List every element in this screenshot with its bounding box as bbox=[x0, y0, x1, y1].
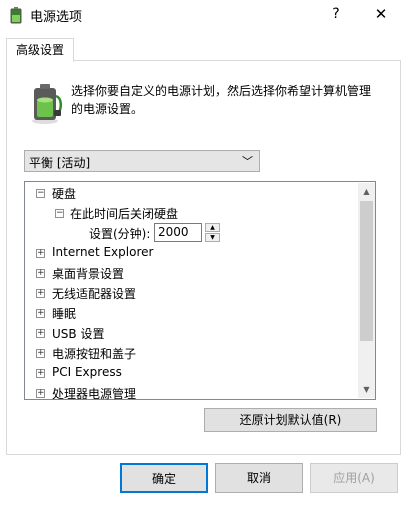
apply-button[interactable]: 应用(A) bbox=[310, 463, 398, 493]
intro-description: 选择你要自定义的电源计划，然后选择你希望计算机管理的电源设置。 bbox=[71, 84, 372, 116]
collapse-icon[interactable]: − bbox=[55, 209, 64, 218]
tree-item-processor-power[interactable]: 处理器电源管理 bbox=[52, 385, 136, 402]
expand-icon[interactable]: + bbox=[36, 329, 45, 338]
tree-item-internet-explorer[interactable]: Internet Explorer bbox=[52, 245, 153, 259]
minutes-input[interactable]: 2000 bbox=[154, 223, 202, 242]
scrollbar-thumb[interactable] bbox=[360, 201, 373, 341]
tree-item-usb-settings[interactable]: USB 设置 bbox=[52, 325, 104, 342]
close-button[interactable]: ✕ bbox=[358, 0, 404, 30]
vertical-scrollbar[interactable]: ▲ ▼ bbox=[358, 183, 375, 398]
tree-item-hard-disk[interactable]: 硬盘 bbox=[52, 185, 76, 202]
scroll-down-icon[interactable]: ▼ bbox=[358, 381, 375, 398]
spin-down-button[interactable]: ▼ bbox=[205, 233, 220, 242]
cancel-button[interactable]: 取消 bbox=[215, 463, 303, 493]
window-title: 电源选项 bbox=[30, 10, 83, 25]
collapse-icon[interactable]: − bbox=[36, 189, 45, 198]
expand-icon[interactable]: + bbox=[36, 389, 45, 398]
plan-selected-value: 平衡 [活动] bbox=[29, 156, 91, 170]
chevron-down-icon: ﹀ bbox=[242, 155, 253, 168]
power-plan-dropdown[interactable]: 平衡 [活动] ﹀ bbox=[24, 150, 260, 172]
expand-icon[interactable]: + bbox=[36, 309, 45, 318]
expand-icon[interactable]: + bbox=[36, 289, 45, 298]
settings-tree[interactable]: − 硬盘 − 在此时间后关闭硬盘 设置(分钟): 2000 ▲ ▼ + Inte… bbox=[24, 181, 376, 402]
spin-up-button[interactable]: ▲ bbox=[205, 223, 220, 232]
tree-item-pci-express[interactable]: PCI Express bbox=[52, 365, 122, 379]
tree-item-desktop-background[interactable]: 桌面背景设置 bbox=[52, 265, 124, 282]
expand-icon[interactable]: + bbox=[36, 269, 45, 278]
power-options-icon bbox=[10, 7, 22, 24]
restore-defaults-button[interactable]: 还原计划默认值(R) bbox=[204, 408, 377, 432]
tree-item-sleep[interactable]: 睡眠 bbox=[52, 305, 76, 322]
setting-minutes-label: 设置(分钟): bbox=[89, 227, 151, 241]
tree-item-wireless-adapter[interactable]: 无线适配器设置 bbox=[52, 285, 136, 302]
expand-icon[interactable]: + bbox=[36, 349, 45, 358]
tab-advanced-settings[interactable]: 高级设置 bbox=[6, 38, 74, 62]
help-button[interactable]: ? bbox=[316, 0, 356, 30]
battery-icon bbox=[32, 84, 62, 124]
expand-icon[interactable]: + bbox=[36, 249, 45, 258]
scroll-up-icon[interactable]: ▲ bbox=[358, 183, 375, 200]
ok-button[interactable]: 确定 bbox=[120, 463, 208, 493]
tree-item-power-buttons-lid[interactable]: 电源按钮和盖子 bbox=[52, 345, 136, 362]
expand-icon[interactable]: + bbox=[36, 369, 45, 378]
tree-item-turn-off-disk-after[interactable]: 在此时间后关闭硬盘 bbox=[70, 205, 178, 222]
